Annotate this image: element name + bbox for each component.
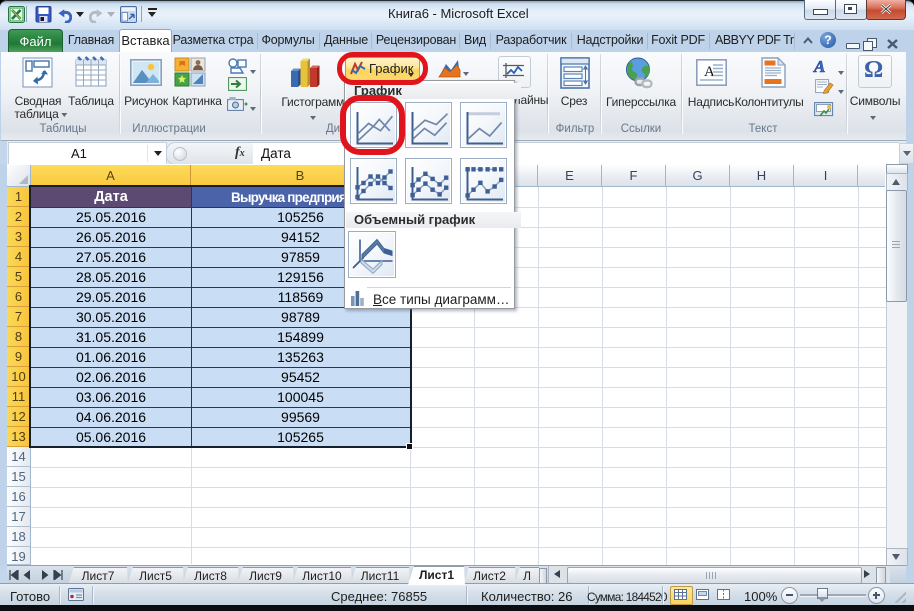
svg-text:A: A	[813, 58, 825, 74]
